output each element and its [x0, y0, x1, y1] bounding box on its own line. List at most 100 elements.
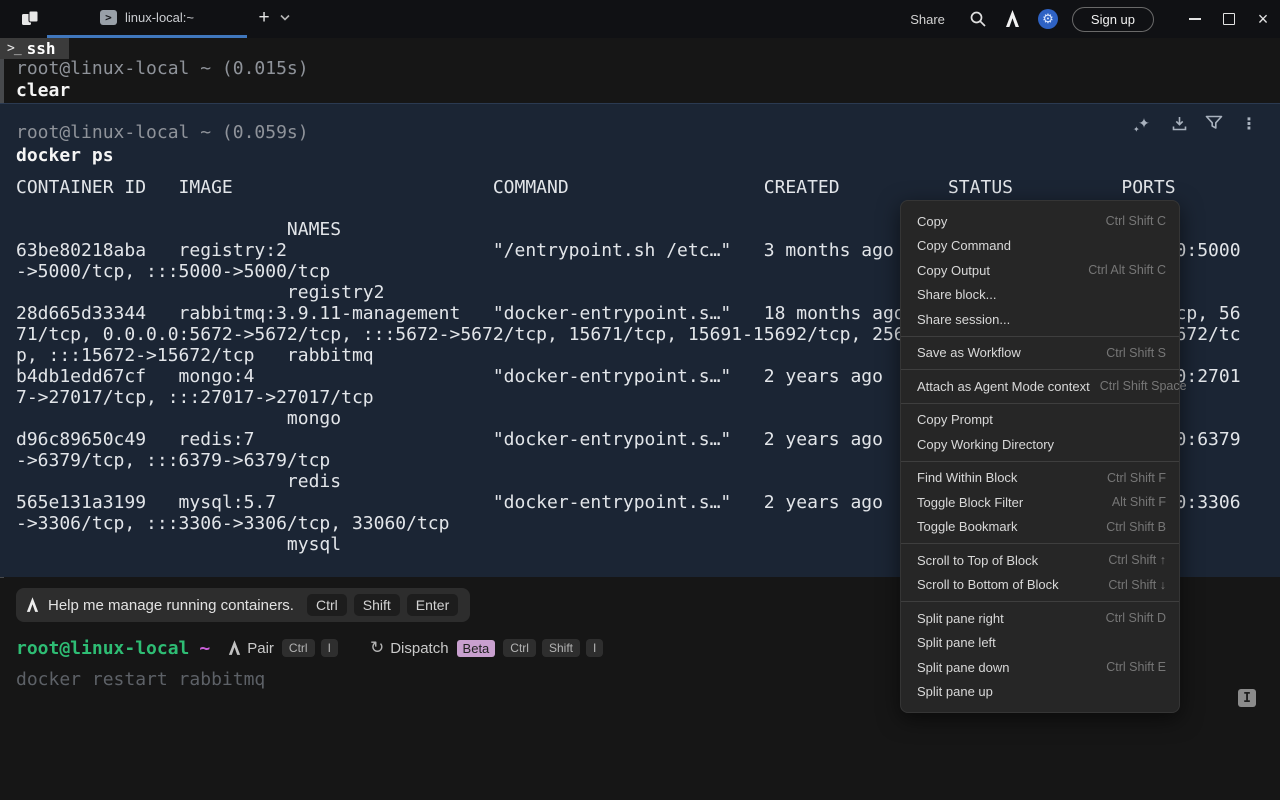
menu-item-split-pane-left[interactable]: Split pane left [901, 631, 1179, 656]
context-menu: Copy Ctrl Shift C Copy Command Copy Output C… [900, 200, 1187, 713]
menu-item-shortcut: Ctrl Shift ↓ [1108, 577, 1166, 592]
key-badge-i: I [585, 639, 604, 657]
prompt-icon: >_ [7, 41, 22, 56]
share-button[interactable]: Share [910, 12, 945, 27]
menu-item-label: Split pane down [917, 659, 1010, 675]
menu-item-shortcut: Alt Shift F [1111, 495, 1166, 510]
dispatch-keys: Ctrl Shift I [503, 639, 609, 657]
menu-item-scroll-to-top-of-block[interactable]: Scroll to Top of Block Ctrl Shift ↑ [901, 548, 1179, 573]
menu-separator [901, 402, 1179, 404]
minimize-icon [1189, 18, 1201, 20]
block-menu-kebab-icon[interactable]: ⋮ [1239, 113, 1259, 133]
menu-item-label: Attach as Agent Mode context [917, 378, 1090, 394]
command-clear: clear [16, 80, 71, 101]
ai-suggestion-bar[interactable]: Help me manage running containers. Ctrl S… [16, 588, 471, 622]
window-minimize-button[interactable] [1178, 0, 1212, 38]
block-toolbar: ✦ ✦ ⋮ [1133, 113, 1259, 135]
ssh-badge-label: ssh [26, 39, 56, 58]
menu-item-share-session[interactable]: Share session... [901, 307, 1179, 332]
suggestion-text: Help me manage running containers. [48, 596, 294, 614]
menu-separator [901, 543, 1179, 544]
command-docker-ps: docker ps [16, 145, 114, 166]
menu-item-toggle-bookmark[interactable]: Toggle Bookmark Ctrl Shift B [901, 515, 1179, 540]
menu-item-find-within-block[interactable]: Find Within Block Ctrl Shift F [901, 466, 1179, 491]
menu-item-split-pane-right[interactable]: Split pane right Ctrl Shift D [901, 606, 1179, 631]
pair-keys: Ctrl I [281, 639, 344, 657]
titlebar: > linux-local:~ + Share ⚙ Sign up × [0, 0, 1280, 38]
sign-up-button[interactable]: Sign up [1071, 6, 1154, 32]
menu-item-copy-working-directory[interactable]: Copy Working Directory [901, 432, 1179, 457]
menu-item-label: Copy Working Directory [917, 436, 1055, 452]
menu-separator [901, 335, 1179, 337]
ai-sparkle-icon[interactable]: ✦ ✦ [1133, 113, 1154, 135]
menu-item-label: Split pane left [917, 635, 996, 651]
menu-item-shortcut: Ctrl Shift S [1106, 345, 1166, 360]
menu-item-label: Scroll to Top of Block [917, 552, 1039, 568]
menu-item-label: Share session... [917, 311, 1011, 327]
window-maximize-button[interactable] [1212, 0, 1246, 38]
menu-item-label: Copy [917, 213, 948, 229]
menu-item-shortcut: Ctrl Shift D [1105, 611, 1166, 626]
suggestion-keys: Ctrl Shift Enter [306, 594, 459, 616]
tab-linux-local[interactable]: > linux-local:~ [47, 0, 247, 35]
key-badge-ctrl: Ctrl [503, 639, 536, 657]
menu-item-scroll-to-bottom-of-block[interactable]: Scroll to Bottom of Block Ctrl Shift ↓ [901, 573, 1179, 598]
prompt-user: root@linux-local [16, 637, 190, 659]
menu-item-shortcut: Ctrl Alt Shift C [1088, 263, 1166, 278]
dispatch-button[interactable]: Dispatch [390, 640, 448, 657]
tab-list-chevron-icon[interactable] [280, 14, 290, 21]
beta-badge: Beta [456, 639, 496, 657]
menu-separator [901, 460, 1179, 462]
tab-label: linux-local:~ [124, 10, 194, 25]
menu-item-shortcut: Ctrl Shift B [1106, 519, 1166, 534]
menu-item-label: Split pane right [917, 610, 1004, 626]
menu-separator [901, 369, 1179, 370]
key-badge-enter: Enter [406, 594, 459, 616]
maximize-icon [1223, 13, 1235, 25]
menu-item-attach-as-agent-mode-context[interactable]: Attach as Agent Mode context Ctrl Shift S… [901, 374, 1187, 399]
warp-terminal-window: > linux-local:~ + Share ⚙ Sign up × >_ s… [0, 0, 1280, 800]
menu-item-split-pane-down[interactable]: Split pane down Ctrl Shift E [901, 655, 1179, 680]
input-prompt-row: root@linux-local ~ Pair Ctrl I ↻ Dispatch… [16, 637, 609, 659]
pair-icon [229, 640, 241, 655]
warp-ai-icon[interactable] [1005, 10, 1020, 28]
menu-item-shortcut: Ctrl Shift F [1106, 470, 1166, 485]
menu-item-copy-command[interactable]: Copy Command [901, 234, 1179, 259]
prompt-line-1: root@linux-local ~ (0.015s) [16, 58, 309, 79]
terminal-output-line: CONTAINER ID IMAGE COMMAND CREATED STATU… [16, 177, 1176, 198]
menu-item-shortcut: Ctrl Shift ↑ [1108, 553, 1166, 568]
panes-toggle-icon[interactable] [21, 10, 39, 26]
ssh-context-badge[interactable]: >_ ssh [0, 38, 69, 59]
download-icon[interactable] [1169, 113, 1189, 133]
menu-item-label: Toggle Block Filter [917, 494, 1024, 510]
new-tab-button[interactable]: + [252, 6, 276, 30]
filter-icon[interactable] [1204, 113, 1224, 133]
menu-item-toggle-block-filter[interactable]: Toggle Block Filter Alt Shift F [901, 490, 1179, 515]
menu-item-copy-output[interactable]: Copy Output Ctrl Alt Shift C [901, 258, 1179, 283]
key-badge-shift: Shift [541, 639, 580, 657]
menu-item-label: Split pane up [917, 684, 993, 700]
menu-item-share-block[interactable]: Share block... [901, 283, 1179, 308]
menu-item-label: Scroll to Bottom of Block [917, 577, 1059, 593]
key-badge-ctrl: Ctrl [306, 594, 347, 616]
menu-item-label: Share block... [917, 287, 997, 303]
menu-item-label: Save as Workflow [917, 345, 1021, 361]
key-badge-i: I [320, 639, 338, 657]
menu-item-label: Find Within Block [917, 470, 1018, 486]
menu-item-label: Copy Command [917, 238, 1011, 254]
menu-item-copy[interactable]: Copy Ctrl Shift C [901, 209, 1179, 234]
menu-item-copy-prompt[interactable]: Copy Prompt [901, 408, 1179, 433]
settings-gear-icon[interactable]: ⚙ [1037, 9, 1058, 29]
menu-item-shortcut: Ctrl Shift Space [1099, 379, 1187, 394]
prompt-line-2: root@linux-local ~ (0.059s) [16, 122, 309, 143]
window-close-button[interactable]: × [1246, 0, 1280, 38]
pair-button[interactable]: Pair [247, 640, 274, 657]
key-badge-ctrl: Ctrl [281, 639, 315, 657]
menu-item-split-pane-up[interactable]: Split pane up [901, 680, 1179, 705]
prompt-cwd-symbol: ~ [199, 637, 211, 659]
sparkle-small-glyph: ✦ [1133, 125, 1140, 134]
menu-item-label: Copy Prompt [917, 412, 993, 428]
menu-item-save-as-workflow[interactable]: Save as Workflow Ctrl Shift S [901, 341, 1179, 366]
command-input-suggestion[interactable]: docker restart rabbitmq [16, 669, 265, 690]
search-icon[interactable] [969, 10, 987, 28]
